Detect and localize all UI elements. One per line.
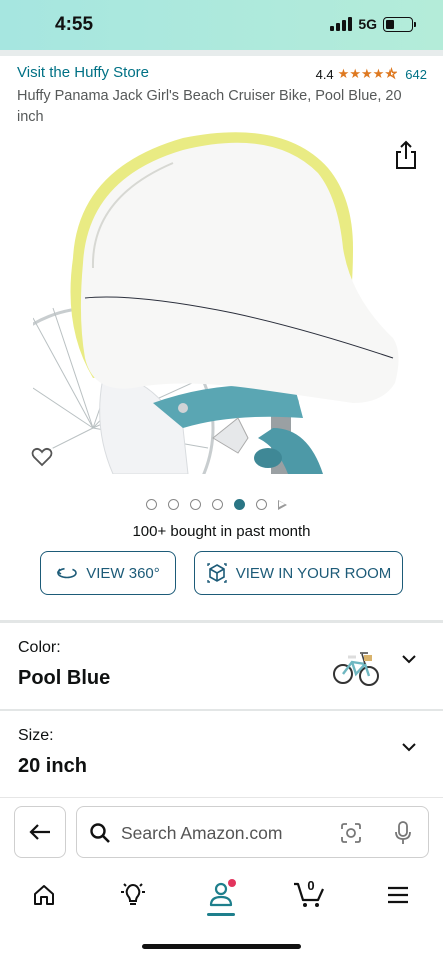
tab-home[interactable] [27, 878, 61, 912]
store-link[interactable]: Visit the Huffy Store [17, 64, 149, 81]
pagination-dot[interactable] [190, 499, 201, 510]
rating-count: 642 [405, 66, 427, 82]
view-360-label: VIEW 360° [86, 564, 160, 582]
pagination-dot-active[interactable] [234, 499, 245, 510]
network-label: 5G [358, 16, 377, 32]
rating-summary[interactable]: 4.4 ★★★★★☆ 642 [316, 66, 427, 82]
cart-count: 0 [307, 878, 315, 893]
view-in-room-label: VIEW IN YOUR ROOM [235, 564, 392, 582]
rating-value: 4.4 [315, 66, 334, 82]
tab-inspire[interactable] [116, 878, 150, 912]
color-value: Pool Blue [18, 667, 111, 689]
status-bar: 4:55 5G [0, 0, 443, 50]
search-placeholder: Search Amazon.com [121, 823, 283, 843]
lightbulb-icon [121, 883, 145, 905]
active-tab-indicator [207, 913, 235, 916]
size-selector[interactable]: Size: 20 inch [0, 711, 443, 797]
home-icon [34, 885, 54, 905]
back-button[interactable] [14, 806, 66, 858]
camera-scan-icon[interactable] [339, 821, 363, 845]
search-input[interactable]: Search Amazon.com [76, 806, 429, 858]
bike-thumbnail-icon [333, 652, 379, 686]
signal-icon [330, 17, 353, 31]
star-rating-icon: ★★★★★☆ [337, 66, 398, 82]
rotate-360-icon [57, 567, 78, 579]
heart-icon[interactable] [28, 443, 56, 471]
size-label: Size: [18, 727, 54, 744]
home-indicator [142, 944, 301, 949]
color-label: Color: [18, 639, 61, 656]
status-time: 4:55 [55, 14, 94, 35]
search-icon [90, 823, 110, 843]
tab-account[interactable] [204, 878, 238, 912]
arrow-left-icon [29, 824, 50, 840]
top-divider [0, 50, 443, 56]
share-icon[interactable] [393, 140, 419, 170]
chevron-down-icon [402, 655, 416, 664]
view-in-room-button[interactable]: VIEW IN YOUR ROOM [194, 551, 403, 595]
person-icon [209, 879, 236, 907]
image-pagination[interactable] [146, 499, 287, 510]
ar-cube-icon [207, 563, 227, 583]
microphone-icon[interactable] [393, 820, 413, 846]
menu-icon [388, 886, 408, 904]
pagination-dot[interactable] [212, 499, 223, 510]
video-play-icon[interactable] [278, 499, 287, 510]
view-360-button[interactable]: VIEW 360° [40, 551, 176, 595]
battery-icon [383, 16, 416, 32]
pagination-dot[interactable] [168, 499, 179, 510]
product-title: Huffy Panama Jack Girl's Beach Cruiser B… [17, 88, 402, 125]
status-indicators: 5G [330, 16, 416, 32]
chevron-down-icon [402, 743, 416, 752]
tab-menu[interactable] [381, 878, 415, 912]
bought-in-past-month: 100+ bought in past month [132, 523, 311, 540]
size-value: 20 inch [18, 755, 87, 777]
pagination-dot[interactable] [256, 499, 267, 510]
product-image[interactable] [33, 128, 403, 474]
pagination-dot[interactable] [146, 499, 157, 510]
